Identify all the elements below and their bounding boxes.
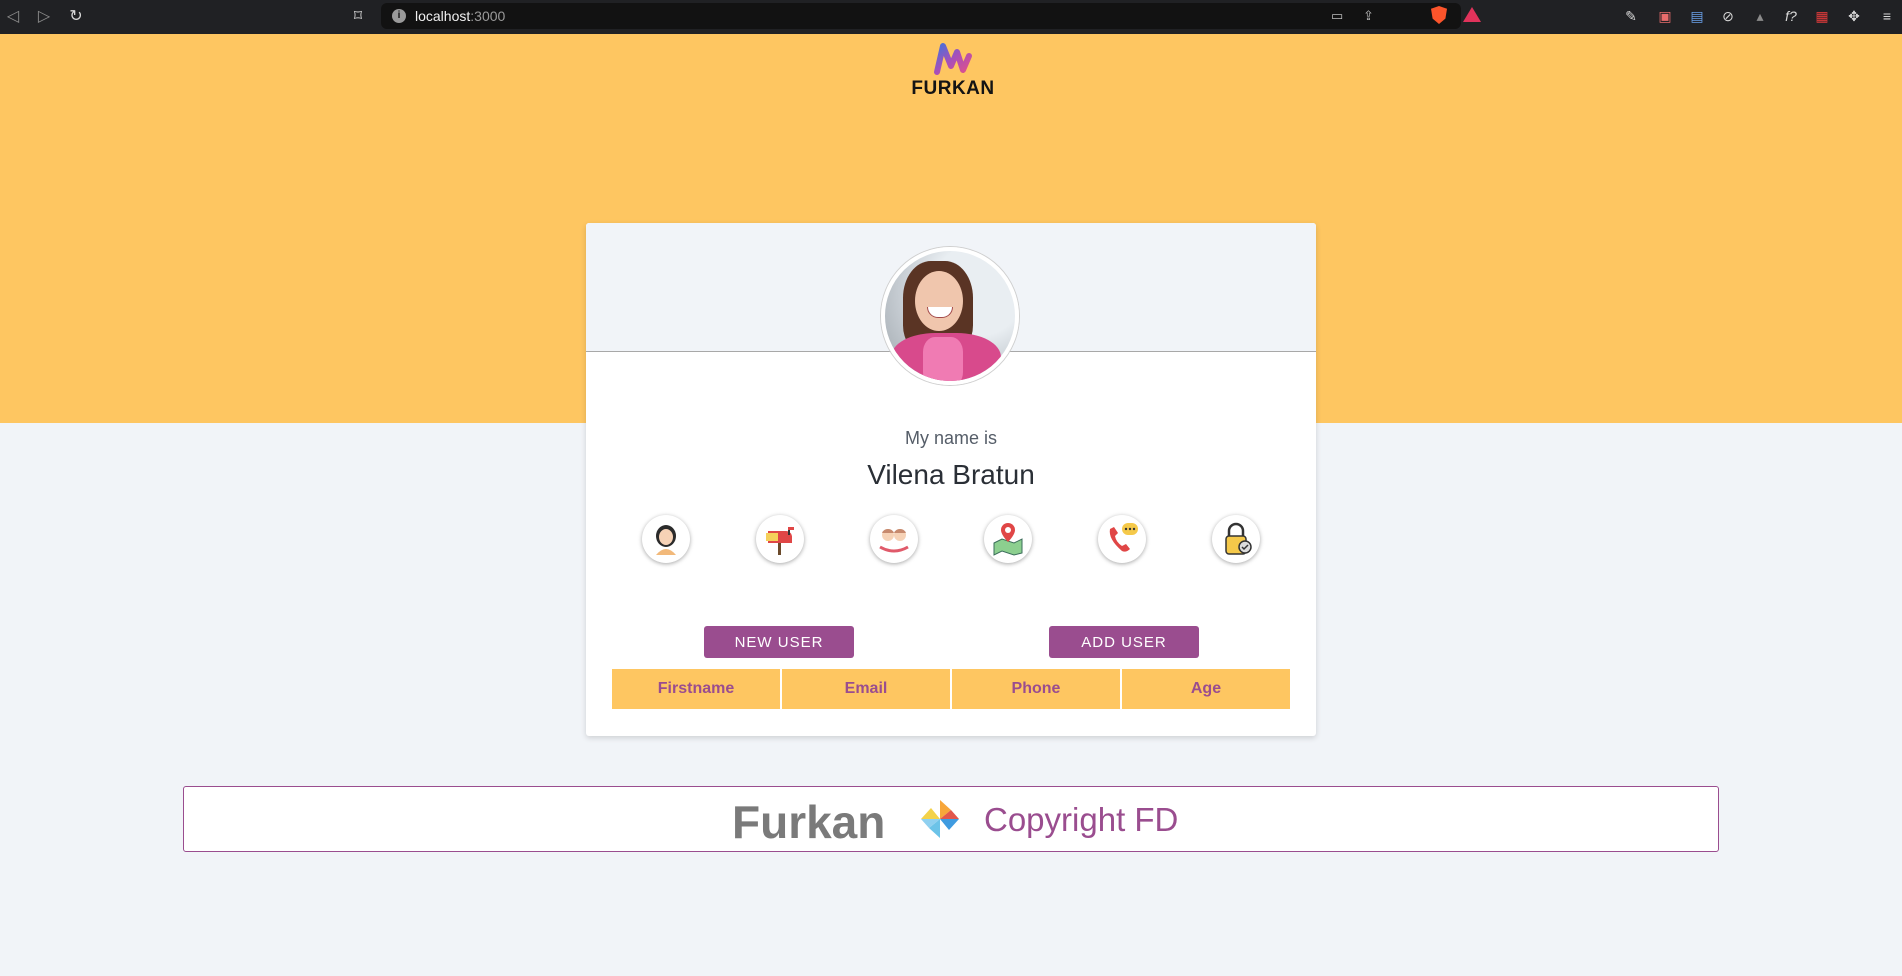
brave-rewards-icon[interactable]	[1463, 7, 1481, 22]
extension-icon[interactable]: ▣	[1656, 7, 1674, 25]
profile-card: My name is Vilena Bratun NEW USER ADD US…	[586, 223, 1316, 736]
intro-text: My name is	[904, 428, 998, 448]
lock-icon[interactable]	[1212, 515, 1260, 563]
site-info-icon[interactable]: i	[392, 9, 406, 23]
cast-icon[interactable]: ▭	[1331, 7, 1343, 25]
column-header-firstname[interactable]: Firstname	[612, 669, 780, 709]
url-text[interactable]: localhost:3000	[415, 8, 505, 24]
back-icon[interactable]: ◁	[2, 6, 24, 28]
new-user-button[interactable]: NEW USER	[704, 626, 854, 658]
map-pin-icon[interactable]	[984, 515, 1032, 563]
forward-icon[interactable]: ▷	[33, 6, 55, 28]
logo[interactable]: FURKAN	[900, 42, 1006, 100]
column-header-email[interactable]: Email	[782, 669, 950, 709]
user-icon[interactable]	[642, 515, 690, 563]
info-icon-row	[586, 515, 1316, 571]
address-bar[interactable]: i localhost:3000 ▭ ⇪	[381, 3, 1481, 29]
extension-icon[interactable]: ▦	[1813, 7, 1831, 25]
user-name: Vilena Bratun	[867, 459, 1035, 490]
footer-brand: Furkan	[732, 796, 886, 848]
browser-toolbar: ◁ ▷ ↻ ⌑ i localhost:3000 ▭ ⇪ ✎ ▣ ▤ ⊘ ▴ f…	[0, 0, 1902, 34]
column-header-age[interactable]: Age	[1122, 669, 1290, 709]
phone-icon[interactable]	[1098, 515, 1146, 563]
logo-text: FURKAN	[911, 78, 995, 99]
avatar	[881, 247, 1019, 385]
brave-shields-icon[interactable]	[1431, 6, 1447, 24]
share-icon[interactable]: ⇪	[1363, 7, 1374, 25]
bookmark-icon[interactable]: ⌑	[347, 6, 369, 28]
compass-icon[interactable]: ⊘	[1719, 7, 1737, 25]
reload-icon[interactable]: ↻	[65, 6, 87, 28]
footer: Furkan Copyright FD	[183, 786, 1719, 852]
puzzle-icon[interactable]: ✥	[1845, 7, 1863, 25]
logo-mark-icon	[934, 43, 972, 75]
pinwheel-logo-icon	[921, 800, 959, 838]
copyright-text: Copyright FD	[984, 801, 1179, 838]
calendar-people-icon[interactable]	[870, 515, 918, 563]
mailbox-icon[interactable]	[756, 515, 804, 563]
extension-icon[interactable]: ▴	[1751, 7, 1769, 25]
add-user-button[interactable]: ADD USER	[1049, 626, 1199, 658]
users-table-header: Firstname Email Phone Age	[612, 669, 1290, 709]
extension-icon[interactable]: ▤	[1688, 7, 1706, 25]
column-header-phone[interactable]: Phone	[952, 669, 1120, 709]
menu-icon[interactable]: ≡	[1878, 7, 1896, 25]
eyedropper-icon[interactable]: ✎	[1622, 7, 1640, 25]
font-finder-icon[interactable]: f?	[1782, 7, 1800, 25]
